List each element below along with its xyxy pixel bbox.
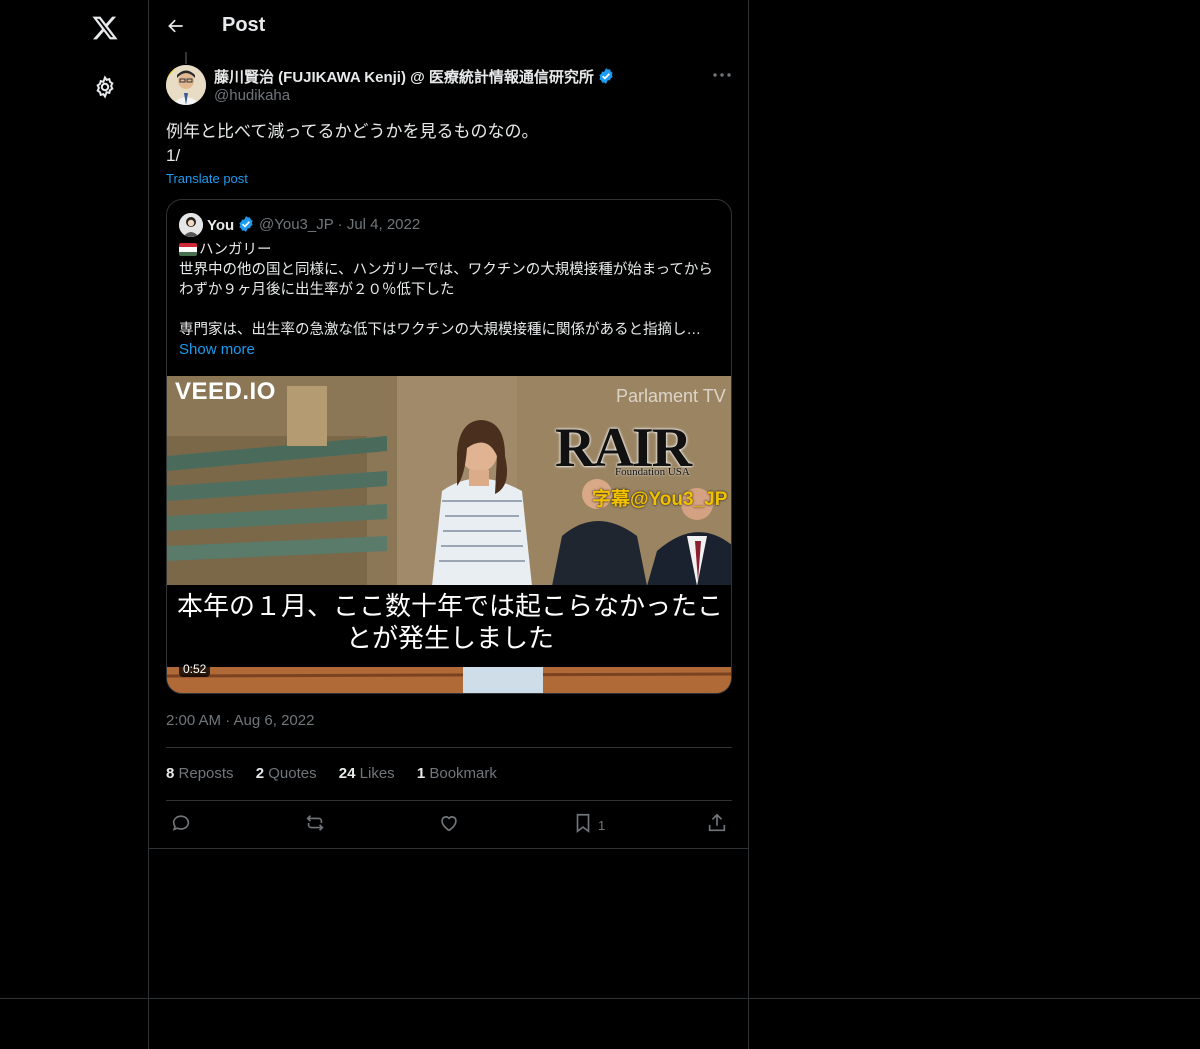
quoted-line-1: ハンガリー bbox=[179, 240, 724, 260]
hungary-flag-icon bbox=[179, 243, 197, 256]
channel-watermark: Parlament TV bbox=[616, 386, 726, 406]
stat-likes[interactable]: 24 Likes bbox=[339, 765, 395, 782]
video-duration-badge: 0:52 bbox=[179, 661, 211, 677]
verified-badge-icon bbox=[599, 68, 613, 84]
quoted-date[interactable]: Jul 4, 2022 bbox=[347, 216, 420, 233]
divider-top bbox=[166, 747, 732, 748]
stat-bookmarks[interactable]: 1 Bookmark bbox=[417, 765, 497, 782]
stat-bookmarks-count: 1 bbox=[416, 765, 426, 782]
stat-quotes-count: 2 bbox=[255, 765, 265, 782]
bookmark-icon[interactable] bbox=[572, 812, 594, 834]
x-logo-icon[interactable] bbox=[90, 14, 120, 42]
quoted-author-name[interactable]: You bbox=[207, 215, 255, 234]
tweet-timestamp[interactable]: 2:00 AM · Aug 6, 2022 bbox=[166, 712, 314, 729]
divider-middle bbox=[166, 800, 732, 801]
engagement-stats: 8 Reposts 2 Quotes 24 Likes 1 Bookmark bbox=[166, 765, 515, 782]
action-bar: 1 bbox=[166, 812, 732, 836]
quoted-tweet-card[interactable]: You @You3_JP · Jul 4, 2022 ハンガリー 世界中の他の国… bbox=[166, 199, 732, 694]
page-title: Post bbox=[222, 14, 266, 36]
reply-icon[interactable] bbox=[170, 812, 192, 834]
subtitle-credit: 字幕@You3_JP bbox=[592, 489, 728, 510]
left-nav-rail bbox=[0, 0, 149, 1049]
quoted-blank-line bbox=[179, 300, 724, 320]
tweet-text: 例年と比べて減ってるかどうかを見るものなの。 1/ bbox=[166, 122, 539, 165]
author-avatar[interactable] bbox=[166, 65, 206, 105]
main-column: Post 藤川賢治 (FUJIKAWA Kenji) @ 医療統計情報通信研究所… bbox=[149, 0, 749, 1049]
top-bar: Post bbox=[149, 0, 748, 54]
quoted-body: ハンガリー 世界中の他の国と同様に、ハンガリーでは、ワクチンの大規模接種が始まっ… bbox=[179, 240, 724, 340]
translate-post-link[interactable]: Translate post bbox=[166, 171, 248, 186]
stat-reposts-label: Reposts bbox=[178, 765, 234, 782]
back-arrow-icon[interactable] bbox=[166, 16, 186, 36]
quoted-line-3: 専門家は、出生率の急激な低下はワクチンの大規模接種に関係があると指摘し… bbox=[179, 322, 701, 338]
show-more-link[interactable]: Show more bbox=[179, 341, 255, 358]
repost-icon[interactable] bbox=[304, 812, 326, 834]
quoted-handle[interactable]: @You3_JP bbox=[259, 216, 333, 233]
more-options-icon[interactable] bbox=[711, 66, 733, 84]
bookmark-count: 1 bbox=[598, 818, 606, 833]
stat-quotes-label: Quotes bbox=[268, 765, 317, 782]
author-handle[interactable]: @hudikaha bbox=[214, 87, 290, 104]
quoted-author-avatar[interactable] bbox=[179, 213, 203, 237]
quoted-line-2: 世界中の他の国と同様に、ハンガリーでは、ワクチンの大規模接種が始まってからわずか… bbox=[179, 262, 713, 298]
author-name[interactable]: 藤川賢治 (FUJIKAWA Kenji) @ 医療統計情報通信研究所 bbox=[214, 66, 615, 87]
post-bottom-border bbox=[149, 848, 748, 849]
stat-reposts[interactable]: 8 Reposts bbox=[166, 765, 234, 782]
video-caption: 本年の１月、ここ数十年では起こらなかったことが発生しました bbox=[176, 591, 723, 653]
video-player[interactable]: VEED.IO Parlament TV RAIR Foundation USA… bbox=[167, 376, 731, 693]
stat-likes-count: 24 bbox=[338, 765, 356, 782]
quoted-author-name-text[interactable]: You bbox=[207, 217, 234, 234]
meta-separator: · bbox=[337, 216, 347, 233]
quoted-verified-badge-icon bbox=[239, 216, 253, 232]
thread-connector-line bbox=[185, 52, 187, 64]
stat-quotes[interactable]: 2 Quotes bbox=[256, 765, 317, 782]
stat-reposts-count: 8 bbox=[166, 765, 175, 782]
stat-bookmarks-label: Bookmark bbox=[429, 765, 497, 782]
share-icon[interactable] bbox=[706, 812, 728, 834]
quoted-meta: @You3_JP · Jul 4, 2022 bbox=[259, 216, 420, 233]
settings-gear-icon[interactable] bbox=[93, 75, 117, 99]
rair-logo-subtext: Foundation USA bbox=[615, 466, 690, 478]
veed-watermark: VEED.IO bbox=[175, 378, 276, 405]
quoted-line-1-text: ハンガリー bbox=[199, 242, 272, 258]
like-heart-icon[interactable] bbox=[438, 812, 460, 834]
bottom-horizontal-rule bbox=[0, 998, 1200, 999]
author-name-text[interactable]: 藤川賢治 (FUJIKAWA Kenji) @ 医療統計情報通信研究所 bbox=[214, 69, 594, 86]
stat-likes-label: Likes bbox=[359, 765, 395, 782]
